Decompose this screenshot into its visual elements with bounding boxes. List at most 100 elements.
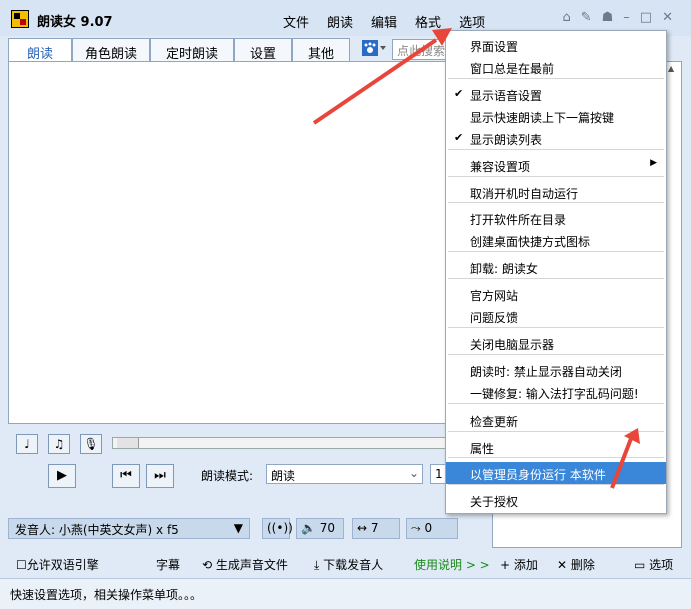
scroll-up-icon[interactable]: ▲ — [668, 64, 680, 78]
generate-audio-label: 生成声音文件 — [215, 558, 288, 572]
app-logo-icon — [11, 10, 29, 28]
menu-item-label: 显示朗读列表 — [470, 133, 543, 147]
window-icon: ▭ — [634, 558, 646, 572]
menu-separator — [448, 354, 664, 355]
tab-role-read[interactable]: 角色朗读 — [72, 38, 150, 62]
menu-item-8[interactable]: 创建桌面快捷方式图标 — [446, 229, 666, 251]
chevron-down-icon: ▼ — [233, 521, 243, 535]
options-dropdown-menu: 界面设置 窗口总是在最前 ✔ 显示语音设置 显示快速朗读上下一篇按键 ✔ 显示朗读列表 兼容设… — [445, 30, 667, 514]
text-area[interactable] — [8, 61, 486, 424]
menu-item-label: 卸载: 朗读女 — [470, 262, 538, 276]
help-link[interactable]: 使用说明 > > — [414, 556, 490, 573]
menu-separator — [448, 149, 664, 150]
progress-slider-thumb[interactable] — [117, 438, 139, 448]
menu-item-label: 窗口总是在最前 — [470, 62, 555, 76]
menu-separator — [448, 278, 664, 279]
home-icon[interactable]: ⌂ — [562, 10, 570, 25]
window-controls: ⌂ ✎ ☗ – □ ✕ — [562, 10, 673, 25]
next-button[interactable]: ⏭ — [146, 464, 174, 488]
paw-icon[interactable] — [362, 40, 388, 58]
menu-item-label: 官方网站 — [470, 289, 519, 303]
menu-item-9[interactable]: 卸载: 朗读女 — [446, 256, 666, 278]
delete-label: 删除 — [570, 558, 595, 572]
menu-format[interactable]: 格式 — [406, 12, 450, 31]
menu-item-14[interactable]: 一键修复: 输入法打字乱码问题! — [446, 381, 666, 403]
delete-button[interactable]: ✕ 删除 — [557, 556, 595, 573]
speed-value: 7 — [370, 521, 379, 535]
refresh-icon: ⟲ — [202, 558, 213, 572]
menu-item-18[interactable]: 关于授权 — [446, 489, 666, 511]
progress-slider[interactable] — [112, 437, 452, 449]
app-title: 朗读女 9.07 — [37, 15, 113, 30]
voice-wave-icon[interactable]: ((•)) — [262, 518, 293, 539]
menu-item-label: 一键修复: 输入法打字乱码问题! — [470, 387, 639, 401]
menu-item-label: 兼容设置项 — [470, 160, 531, 174]
volume-field[interactable]: 🔈 70 — [296, 518, 344, 539]
menu-item-3[interactable]: 显示快速朗读上下一篇按键 — [446, 105, 666, 127]
bilingual-checkbox[interactable]: ☐ — [16, 558, 27, 572]
check-icon: ✔ — [454, 131, 464, 144]
menu-item-6[interactable]: 取消开机时自动运行 — [446, 181, 666, 203]
menu-item-label: 创建桌面快捷方式图标 — [470, 235, 591, 249]
play-button[interactable]: ▶ — [48, 464, 76, 488]
menu-item-label: 检查更新 — [470, 415, 519, 429]
menu-item-7[interactable]: 打开软件所在目录 — [446, 207, 666, 229]
mode-select-value: 朗读 — [271, 469, 296, 483]
menu-item-16[interactable]: 属性 — [446, 436, 666, 458]
menu-item-0[interactable]: 界面设置 — [446, 34, 666, 56]
menu-item-12[interactable]: 关闭电脑显示器 — [446, 332, 666, 354]
pitch-icon: ⤳ — [411, 521, 421, 535]
check-icon: ✔ — [454, 87, 464, 100]
tools-icon[interactable]: ✎ — [581, 10, 592, 25]
shirt-icon[interactable]: ☗ — [602, 10, 614, 25]
menu-separator — [448, 431, 664, 432]
tab-read[interactable]: 朗读 — [8, 38, 72, 62]
menu-read[interactable]: 朗读 — [318, 12, 362, 31]
tab-settings[interactable]: 设置 — [234, 38, 292, 62]
menu-item-label: 关闭电脑显示器 — [470, 338, 555, 352]
menu-separator — [448, 327, 664, 328]
menu-item-label: 关于授权 — [470, 495, 519, 509]
add-label: 添加 — [513, 558, 538, 572]
speaker-select[interactable]: 发音人: 小燕(中英文女声) x f5 ▼ — [8, 518, 250, 539]
subtitles-button[interactable]: 字幕 — [156, 556, 180, 573]
tab-other[interactable]: 其他 — [292, 38, 350, 62]
menu-item-4[interactable]: ✔ 显示朗读列表 — [446, 127, 666, 149]
note-icon[interactable]: ♩ — [16, 434, 38, 454]
menu-item-2[interactable]: ✔ 显示语音设置 — [446, 83, 666, 105]
music-icon[interactable]: ♫ — [48, 434, 70, 454]
add-button[interactable]: + 添加 — [500, 556, 538, 573]
menu-item-15[interactable]: 检查更新 — [446, 409, 666, 431]
menu-item-label: 界面设置 — [470, 40, 519, 54]
submenu-arrow-icon: ▶ — [650, 158, 657, 168]
mode-select[interactable]: 朗读 ⌄ — [266, 464, 423, 484]
menu-item-1[interactable]: 窗口总是在最前 — [446, 56, 666, 78]
download-icon: ⤓ — [314, 558, 320, 572]
menu-options[interactable]: 选项 — [450, 12, 494, 31]
menu-separator — [448, 78, 664, 79]
microphone-icon[interactable]: 🎙 — [80, 434, 102, 454]
tab-timed-read[interactable]: 定时朗读 — [150, 38, 234, 62]
pitch-field[interactable]: ⤳ 0 — [406, 518, 458, 539]
download-voice-button[interactable]: ⤓ 下载发音人 — [314, 556, 383, 573]
menu-file[interactable]: 文件 — [274, 12, 318, 31]
list-options-button[interactable]: ▭ 选项 — [634, 556, 673, 573]
download-voice-label: 下载发音人 — [323, 558, 384, 572]
menu-item-10[interactable]: 官方网站 — [446, 283, 666, 305]
menu-item-5[interactable]: 兼容设置项 ▶ — [446, 154, 666, 176]
tab-strip: 朗读 角色朗读 定时朗读 设置 其他 — [8, 38, 350, 62]
previous-button[interactable]: ⏮ — [112, 464, 140, 488]
close-icon[interactable]: ✕ — [662, 10, 673, 25]
bilingual-option[interactable]: ☐允许双语引擎 — [16, 556, 99, 573]
menu-edit[interactable]: 编辑 — [362, 12, 406, 31]
generate-audio-button[interactable]: ⟲ 生成声音文件 — [202, 556, 288, 573]
menu-item-11[interactable]: 问题反馈 — [446, 305, 666, 327]
menu-separator — [448, 484, 664, 485]
menu-item-17[interactable]: 以管理员身份运行 本软件 — [446, 462, 666, 484]
maximize-icon[interactable]: □ — [640, 10, 652, 25]
menu-item-label: 显示语音设置 — [470, 89, 543, 103]
minimize-icon[interactable]: – — [623, 10, 630, 25]
speed-field[interactable]: ↔ 7 — [352, 518, 400, 539]
menu-item-13[interactable]: 朗读时: 禁止显示器自动关闭 — [446, 359, 666, 381]
menu-item-label: 问题反馈 — [470, 311, 519, 325]
